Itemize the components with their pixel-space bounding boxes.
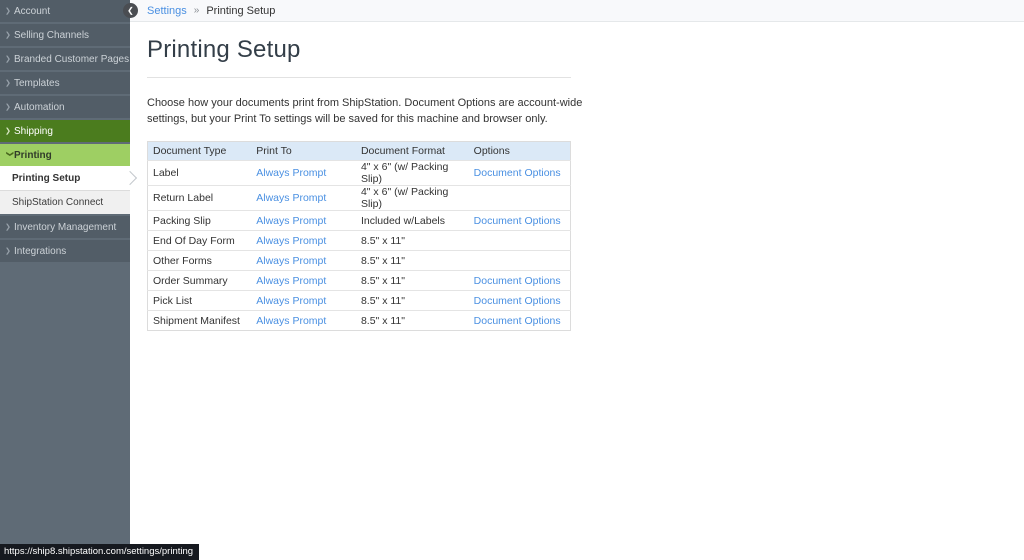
print-to-link[interactable]: Always Prompt [256, 255, 326, 267]
chevron-right-icon: ❯ [5, 55, 11, 63]
table-row: Other Forms Always Prompt 8.5" x 11" [147, 250, 571, 271]
chevron-right-icon: ❯ [5, 31, 11, 39]
main-content: Printing Setup Choose how your documents… [130, 23, 1024, 560]
col-header-document-type: Document Type [147, 141, 252, 161]
cell-options-empty [468, 230, 571, 251]
collapse-sidebar-button[interactable]: ❮ [123, 3, 138, 18]
sidebar-item-label: Shipping [14, 125, 53, 137]
table-row: Label Always Prompt 4" x 6" (w/ Packing … [147, 160, 571, 186]
cell-document-format: 8.5" x 11" [355, 290, 469, 311]
sidebar-item-shipping[interactable]: ❯ Shipping [0, 120, 130, 142]
cell-document-format: Included w/Labels [355, 210, 469, 231]
sidebar-item-selling-channels[interactable]: ❯ Selling Channels [0, 24, 130, 46]
sidebar-item-branded-customer-pages[interactable]: ❯ Branded Customer Pages [0, 48, 130, 70]
sidebar-item-label: Automation [14, 101, 65, 113]
chevron-right-icon: ❯ [5, 223, 11, 231]
sidebar-item-shipstation-connect[interactable]: ShipStation Connect [0, 190, 130, 214]
chevron-right-icon: ❯ [5, 7, 11, 15]
document-options-link[interactable]: Document Options [474, 275, 561, 287]
table-row: Pick List Always Prompt 8.5" x 11" Docum… [147, 290, 571, 311]
sidebar-item-label: Branded Customer Pages [14, 53, 130, 65]
document-options-link[interactable]: Document Options [474, 215, 561, 227]
col-header-document-format: Document Format [355, 141, 469, 161]
title-divider [147, 77, 571, 78]
cell-document-type: Other Forms [147, 250, 252, 271]
document-options-link[interactable]: Document Options [474, 167, 561, 179]
breadcrumb-separator: » [193, 5, 200, 16]
table-header-row: Document Type Print To Document Format O… [147, 141, 571, 161]
cell-options-empty [468, 250, 571, 271]
breadcrumb-current: Printing Setup [206, 4, 276, 17]
cell-document-format: 8.5" x 11" [355, 310, 469, 331]
document-options-link[interactable]: Document Options [474, 315, 561, 327]
cell-document-type: Return Label [147, 185, 252, 211]
cell-document-type: Pick List [147, 290, 252, 311]
chevron-right-icon: ❯ [5, 79, 11, 87]
cell-document-format: 4" x 6" (w/ Packing Slip) [355, 160, 469, 186]
print-to-link[interactable]: Always Prompt [256, 192, 326, 204]
col-header-options: Options [468, 141, 571, 161]
cell-document-format: 8.5" x 11" [355, 250, 469, 271]
print-to-link[interactable]: Always Prompt [256, 215, 326, 227]
print-to-link[interactable]: Always Prompt [256, 167, 326, 179]
sidebar-item-integrations[interactable]: ❯ Integrations [0, 240, 130, 262]
chevron-right-icon: ❯ [5, 247, 11, 255]
print-to-link[interactable]: Always Prompt [256, 295, 326, 307]
sidebar: ❯ Account ❯ Selling Channels ❯ Branded C… [0, 0, 130, 560]
sidebar-item-label: Printing [14, 149, 52, 161]
chevron-down-icon: ❯ [6, 150, 13, 157]
sidebar-item-label: Inventory Management [14, 221, 117, 233]
sidebar-item-inventory-management[interactable]: ❯ Inventory Management [0, 216, 130, 238]
chevron-right-icon: ❯ [5, 127, 11, 135]
sidebar-item-templates[interactable]: ❯ Templates [0, 72, 130, 94]
cell-document-type: Shipment Manifest [147, 310, 252, 331]
sidebar-item-label: Templates [14, 77, 60, 89]
table-row: Packing Slip Always Prompt Included w/La… [147, 210, 571, 231]
page-title: Printing Setup [147, 36, 301, 63]
printing-settings-table: Document Type Print To Document Format O… [147, 141, 571, 331]
sidebar-item-label: Selling Channels [14, 29, 90, 41]
print-to-link[interactable]: Always Prompt [256, 315, 326, 327]
page-description: Choose how your documents print from Shi… [147, 97, 583, 125]
table-row: Shipment Manifest Always Prompt 8.5" x 1… [147, 310, 571, 331]
col-header-print-to: Print To [251, 141, 356, 161]
cell-document-type: Label [147, 160, 252, 186]
table-row: Order Summary Always Prompt 8.5" x 11" D… [147, 270, 571, 291]
printing-submenu: Printing Setup ShipStation Connect [0, 166, 130, 214]
sidebar-item-printing[interactable]: ❯ Printing [0, 144, 130, 166]
sidebar-item-automation[interactable]: ❯ Automation [0, 96, 130, 118]
print-to-link[interactable]: Always Prompt [256, 275, 326, 287]
sidebar-item-printing-setup[interactable]: Printing Setup [0, 166, 130, 190]
sidebar-subitem-label: ShipStation Connect [12, 197, 104, 208]
sidebar-item-label: Integrations [14, 245, 67, 257]
sidebar-subitem-label: Printing Setup [12, 172, 81, 184]
sidebar-item-account[interactable]: ❯ Account [0, 0, 130, 22]
sidebar-item-label: Account [14, 5, 51, 17]
cell-document-format: 8.5" x 11" [355, 230, 469, 251]
chevron-right-icon: ❯ [5, 103, 11, 111]
chevron-left-icon: ❮ [127, 5, 134, 15]
cell-document-type: Packing Slip [147, 210, 252, 231]
cell-document-format: 8.5" x 11" [355, 270, 469, 291]
print-to-link[interactable]: Always Prompt [256, 235, 326, 247]
cell-document-type: End Of Day Form [147, 230, 252, 251]
table-row: Return Label Always Prompt 4" x 6" (w/ P… [147, 185, 571, 211]
breadcrumb: Settings » Printing Setup [130, 0, 1024, 22]
document-options-link[interactable]: Document Options [474, 295, 561, 307]
status-url-tooltip: https://ship8.shipstation.com/settings/p… [0, 544, 200, 560]
cell-options-empty [468, 185, 571, 211]
cell-document-type: Order Summary [147, 270, 252, 291]
cell-document-format: 4" x 6" (w/ Packing Slip) [355, 185, 469, 211]
table-row: End Of Day Form Always Prompt 8.5" x 11" [147, 230, 571, 251]
breadcrumb-settings-link[interactable]: Settings [147, 5, 187, 17]
